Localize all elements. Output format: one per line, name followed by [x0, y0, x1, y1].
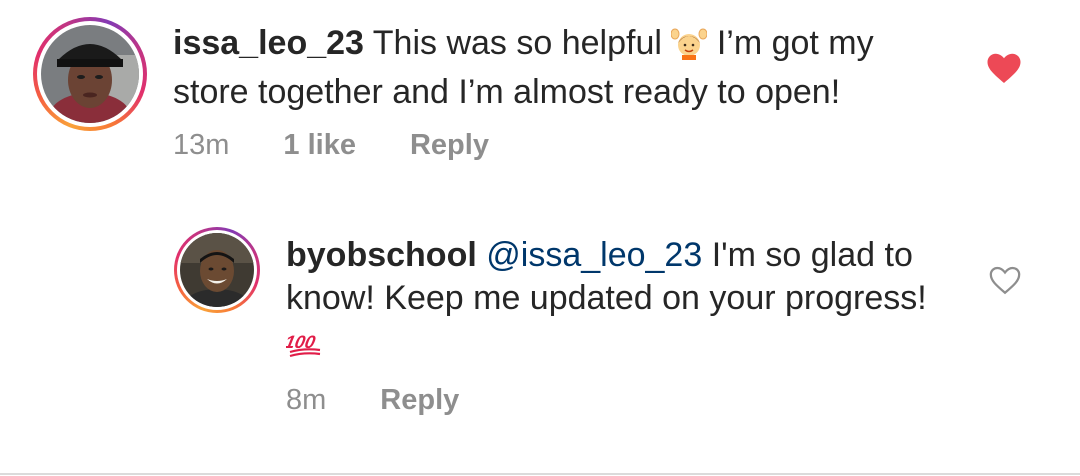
hundred-points-emoji: 100: [283, 326, 322, 369]
heart-outline-icon[interactable]: [988, 265, 1022, 295]
comment-likes-link[interactable]: 1 like: [283, 129, 356, 162]
divider: [0, 473, 1080, 475]
comment-byobschool: byobschool @issa_leo_23 I'm so glad to k…: [0, 200, 1080, 470]
comment-text-part-1: This was so helpful: [372, 24, 662, 62]
reply-button[interactable]: Reply: [410, 129, 489, 162]
reply-button[interactable]: Reply: [380, 384, 459, 417]
reply-meta: 8m Reply: [286, 382, 459, 418]
person-raising-hands-emoji: [670, 24, 708, 71]
mention-link[interactable]: @issa_leo_23: [486, 236, 702, 274]
comment-username[interactable]: byobschool: [286, 236, 477, 274]
profile-photo: [180, 233, 254, 307]
comments-thread: issa_leo_23 This was so helpful I’m got …: [0, 0, 1080, 476]
avatar-issa-leo-23[interactable]: [33, 17, 147, 131]
heart-filled-icon[interactable]: [986, 52, 1022, 84]
comment-body: issa_leo_23 This was so helpful I’m got …: [173, 22, 953, 114]
reply-body: byobschool @issa_leo_23 I'm so glad to k…: [283, 234, 946, 369]
comment-issa-leo-23: issa_leo_23 This was so helpful I’m got …: [0, 0, 1080, 200]
comment-username[interactable]: issa_leo_23: [173, 24, 364, 62]
profile-photo: [41, 25, 139, 123]
comment-time: 13m: [173, 128, 230, 161]
comment-time: 8m: [286, 383, 327, 416]
comment-meta: 13m 1 like Reply: [173, 127, 489, 163]
avatar-byobschool[interactable]: [174, 227, 260, 313]
